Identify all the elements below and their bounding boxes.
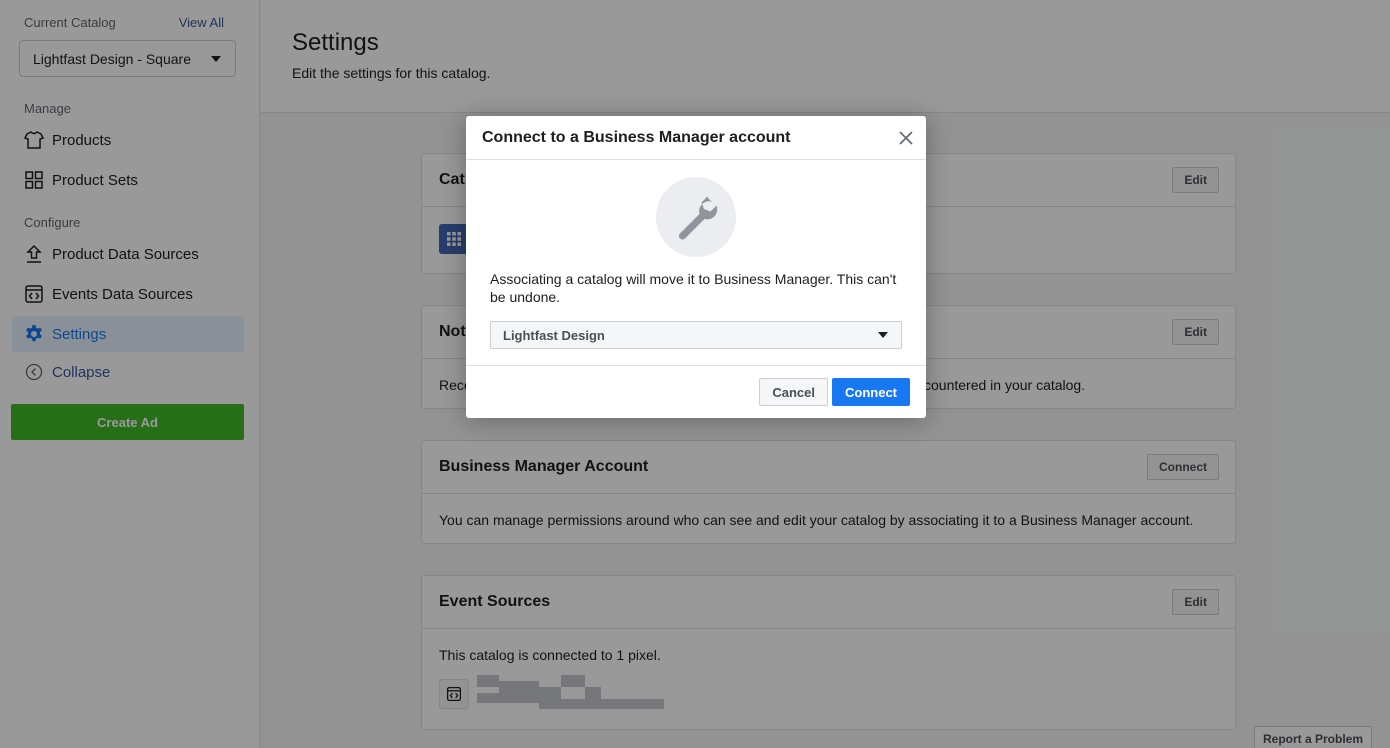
connect-business-manager-dialog: Connect to a Business Manager account As… bbox=[466, 116, 926, 418]
dialog-message: Associating a catalog will move it to Bu… bbox=[490, 271, 897, 305]
dialog-title: Connect to a Business Manager account bbox=[482, 128, 791, 146]
dialog-header: Connect to a Business Manager account bbox=[466, 116, 926, 160]
cancel-button[interactable]: Cancel bbox=[759, 378, 828, 406]
wrench-icon bbox=[656, 177, 736, 257]
caret-down-icon bbox=[878, 332, 888, 338]
connect-button[interactable]: Connect bbox=[832, 378, 910, 406]
business-manager-select[interactable]: Lightfast Design bbox=[490, 321, 902, 349]
close-icon[interactable] bbox=[898, 130, 914, 146]
business-manager-select-value: Lightfast Design bbox=[503, 327, 605, 343]
dialog-footer: Cancel Connect bbox=[466, 365, 926, 418]
